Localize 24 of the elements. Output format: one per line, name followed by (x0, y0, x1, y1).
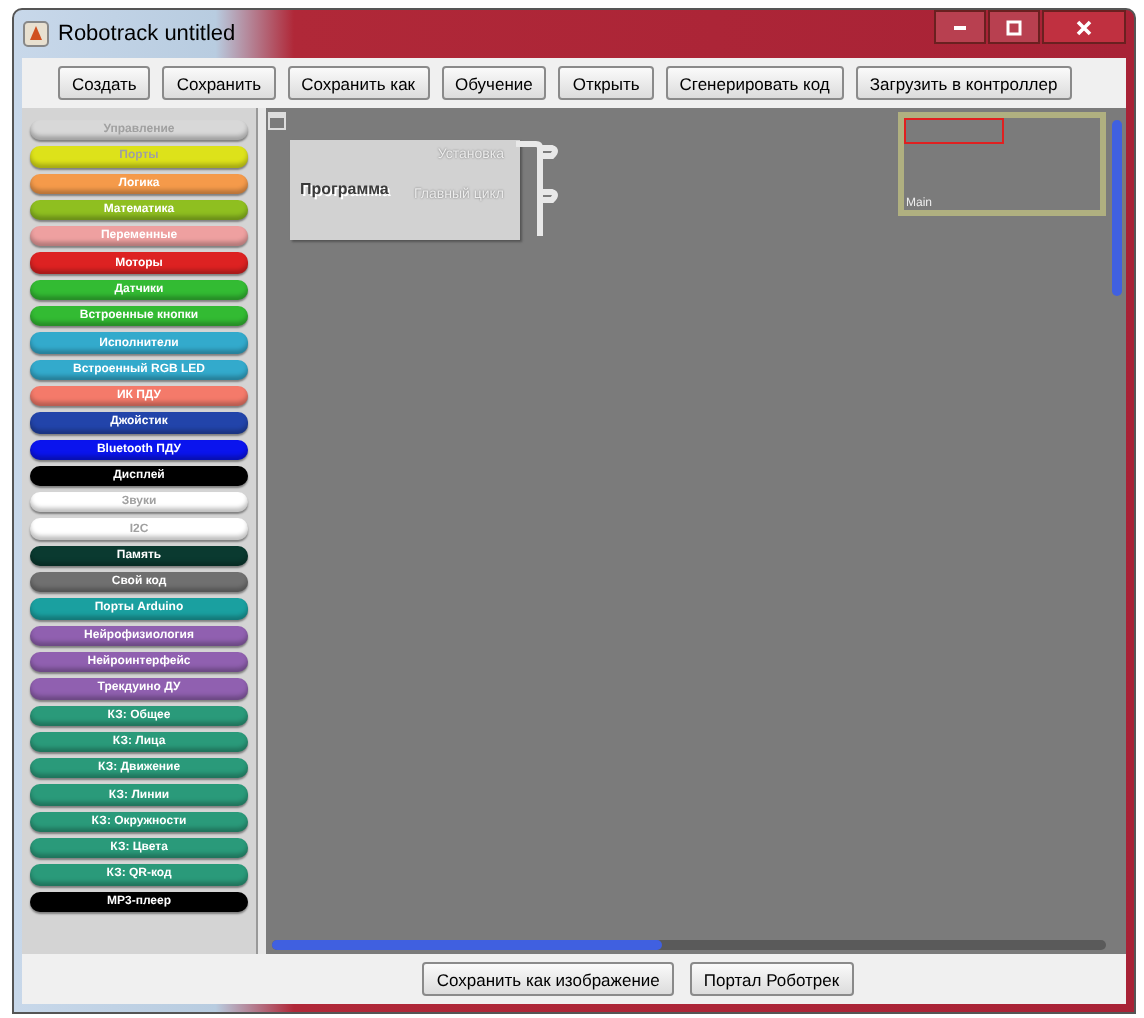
vertical-scrollbar[interactable] (1112, 120, 1122, 296)
toolbar-button[interactable]: Обучение (441, 66, 547, 100)
toolbar-button[interactable]: Сохранить (162, 66, 276, 100)
maximize-icon (1004, 17, 1024, 37)
footer-button[interactable]: Портал Роботрек (689, 962, 854, 996)
footer-button[interactable]: Сохранить как изображение (422, 962, 674, 996)
app-icon (22, 20, 50, 48)
minimize-icon (954, 25, 966, 29)
close-icon (1074, 17, 1094, 37)
maximize-button[interactable] (988, 10, 1040, 44)
viewport-frame[interactable] (904, 118, 1004, 144)
toolbar-button[interactable]: Сохранить как (287, 66, 430, 100)
toolbar-button[interactable]: Загрузить в контроллер (855, 66, 1072, 100)
toolbar-button[interactable]: Сгенерировать код (665, 66, 844, 100)
minimize-button[interactable] (934, 10, 986, 44)
close-button[interactable] (1042, 10, 1126, 44)
toolbar-button[interactable]: Создать (58, 66, 151, 100)
window-icon[interactable] (268, 112, 286, 130)
splitter-handle[interactable] (258, 108, 266, 954)
horizontal-scrollbar[interactable] (272, 940, 1106, 950)
toolbar-button[interactable]: Открыть (558, 66, 654, 100)
scroll-thumb[interactable] (272, 940, 662, 950)
block-title: Программа (300, 180, 389, 198)
window-title: Robotrack untitled (58, 22, 236, 46)
